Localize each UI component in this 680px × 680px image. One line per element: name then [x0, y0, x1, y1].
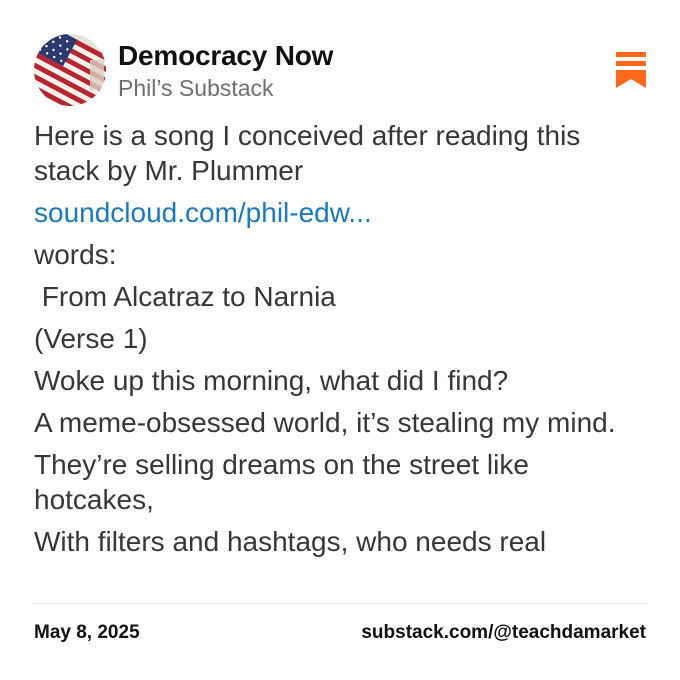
publication-name[interactable]: Democracy Now: [118, 40, 333, 72]
post-paragraph: (Verse 1): [34, 323, 148, 354]
post-header: Democracy Now Phil’s Substack: [34, 34, 646, 106]
publication-subtitle: Phil’s Substack: [118, 75, 274, 101]
post-paragraph: With filters and hashtags, who needs rea…: [34, 526, 547, 557]
author-handle-link[interactable]: substack.com/@teachdamarket: [361, 622, 646, 644]
post-paragraph: words:: [34, 239, 117, 270]
post-date: May 8, 2025: [34, 622, 140, 643]
post-body: Here is a song I conceived after reading…: [34, 118, 646, 584]
post-paragraph: They’re selling dreams on the street lik…: [34, 449, 529, 515]
post-paragraph: Here is a song I conceived after reading…: [34, 120, 581, 186]
post-paragraph: A meme-obsessed world, it’s stealing my …: [34, 407, 616, 438]
footer-divider: [34, 603, 646, 604]
post-paragraph: Woke up this morning, what did I find?: [34, 365, 509, 396]
post-paragraph: From Alcatraz to Narnia: [34, 281, 336, 312]
american-flag-icon: [34, 34, 106, 106]
substack-logo-icon: [616, 52, 646, 88]
avatar[interactable]: [34, 34, 106, 106]
soundcloud-link[interactable]: soundcloud.com/phil-edw...: [34, 195, 646, 230]
